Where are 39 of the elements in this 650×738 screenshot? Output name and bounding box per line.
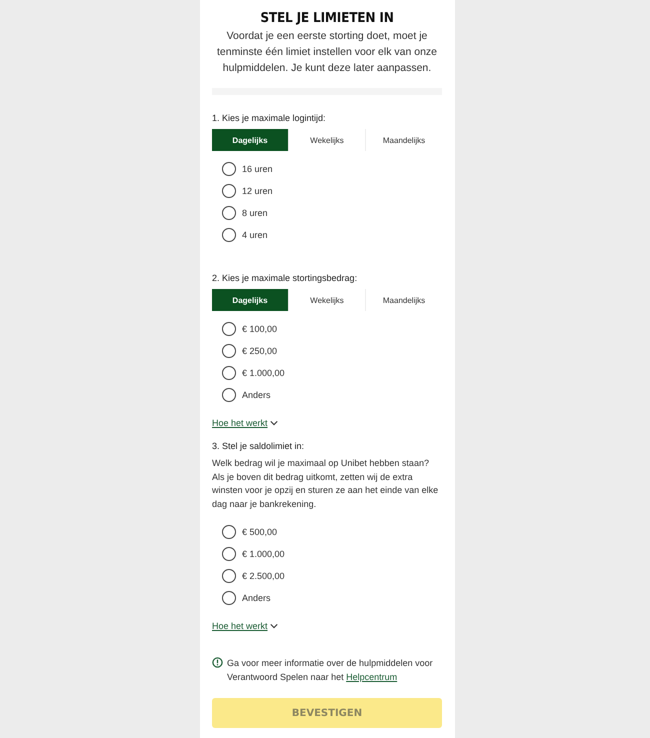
how-it-works-link[interactable]: Hoe het werkt bbox=[212, 621, 278, 631]
radio-button[interactable] bbox=[222, 388, 236, 402]
radio-button[interactable] bbox=[222, 568, 236, 582]
option-label: € 2.500,00 bbox=[242, 570, 285, 580]
option-label: Anders bbox=[242, 390, 271, 400]
page-title: STEL JE LIMIETEN IN bbox=[259, 10, 395, 26]
period-tab[interactable]: Dagelijks bbox=[212, 289, 289, 311]
info-text: Ga voor meer informatie over de hulpmiddelen voor Verantwoord Spelen naar het Helpcentrum bbox=[227, 657, 434, 684]
option-label: € 1.000,00 bbox=[242, 548, 285, 558]
radio-button[interactable] bbox=[222, 322, 236, 336]
option-label: Anders bbox=[242, 592, 271, 602]
chevron-down-icon bbox=[270, 420, 278, 426]
period-tab[interactable]: Dagelijks bbox=[212, 129, 289, 151]
option-label: 4 uren bbox=[242, 230, 268, 240]
option-label: 8 uren bbox=[242, 208, 268, 218]
radio-button[interactable] bbox=[222, 206, 236, 220]
section-label: 1. Kies je maximale logintijd: bbox=[212, 113, 327, 123]
option-label: € 1.000,00 bbox=[242, 368, 285, 378]
section-description: Welk bedrag wil je maximaal op Unibet hebben staan? Als je boven dit bedrag uitkomt, zetten wij de extra winsten voor je opzij en sturen ze aan het einde van elke dag naar je bankrekening. bbox=[212, 457, 440, 511]
option-label: € 250,00 bbox=[242, 346, 278, 356]
radio-button[interactable] bbox=[222, 524, 236, 538]
section-label: 3. Stel je saldolimiet in: bbox=[212, 441, 306, 451]
chevron-down-icon bbox=[270, 623, 278, 629]
option-label: € 500,00 bbox=[242, 526, 278, 536]
option-label: € 100,00 bbox=[242, 324, 278, 334]
info-icon bbox=[212, 657, 223, 668]
radio-button[interactable] bbox=[222, 344, 236, 358]
option-label: 16 uren bbox=[242, 164, 273, 174]
radio-button[interactable] bbox=[222, 228, 236, 242]
radio-button[interactable] bbox=[222, 590, 236, 604]
option-label: 12 uren bbox=[242, 186, 273, 196]
radio-button[interactable] bbox=[222, 162, 236, 176]
radio-button[interactable] bbox=[222, 184, 236, 198]
how-it-works-link[interactable]: Hoe het werkt bbox=[212, 418, 278, 428]
radio-button[interactable] bbox=[222, 546, 236, 560]
intro-text: Voordat je een eerste storting doet, moet je tenminste één limiet instellen voor elk van onze hulpmiddelen. Je kunt deze later aanpassen. bbox=[216, 29, 438, 76]
help-center-link[interactable]: Helpcentrum bbox=[346, 672, 398, 682]
radio-button[interactable] bbox=[222, 366, 236, 380]
section-label: 2. Kies je maximale stortingsbedrag: bbox=[212, 273, 358, 283]
